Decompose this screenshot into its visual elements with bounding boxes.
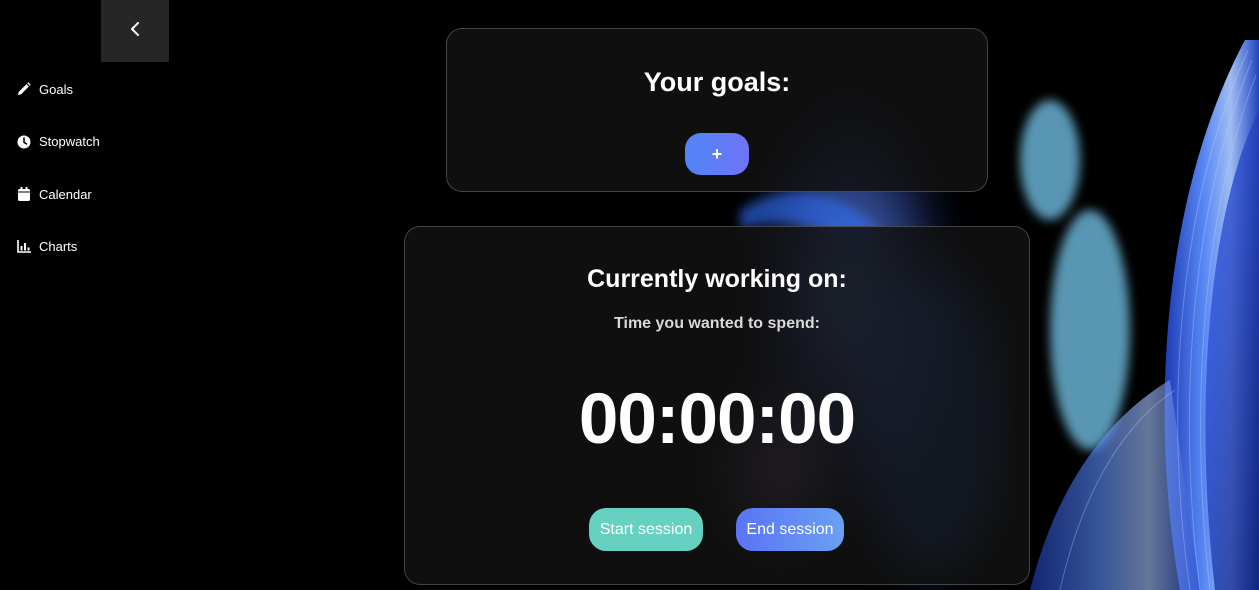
sidebar-item-calendar[interactable]: Calendar xyxy=(16,181,100,207)
current-work-card: Currently working on: Time you wanted to… xyxy=(404,226,1030,585)
current-work-title: Currently working on: xyxy=(587,265,847,293)
sidebar-item-label: Calendar xyxy=(39,186,92,202)
clock-icon xyxy=(16,134,32,150)
goals-card: Your goals: + xyxy=(446,28,988,192)
sidebar-item-label: Stopwatch xyxy=(39,134,100,149)
goals-title: Your goals: xyxy=(643,67,791,97)
sidebar-item-charts[interactable]: Charts xyxy=(16,234,100,260)
app-window: Goals Stopwatch Calendar Charts Your goa… xyxy=(0,0,1259,590)
target-time-label: Time you wanted to spend: xyxy=(614,315,820,332)
add-goal-button[interactable]: + xyxy=(685,133,749,175)
sidebar-item-goals[interactable]: Goals xyxy=(16,76,100,102)
sidebar-item-label: Goals xyxy=(39,81,73,97)
sidebar-collapse-button[interactable] xyxy=(101,0,169,62)
end-session-button[interactable]: End session xyxy=(736,508,844,551)
start-session-button[interactable]: Start session xyxy=(589,508,703,551)
sidebar-item-label: Charts xyxy=(39,239,78,254)
calendar-icon xyxy=(16,186,32,202)
sidebar-item-stopwatch[interactable]: Stopwatch xyxy=(16,129,100,155)
chevron-left-icon xyxy=(130,21,140,41)
pencil-icon xyxy=(16,81,32,97)
chart-icon xyxy=(16,239,32,255)
sidebar: Goals Stopwatch Calendar Charts xyxy=(0,0,180,590)
timer-display: 00:00:00 xyxy=(578,380,856,459)
sidebar-nav: Goals Stopwatch Calendar Charts xyxy=(16,76,100,286)
